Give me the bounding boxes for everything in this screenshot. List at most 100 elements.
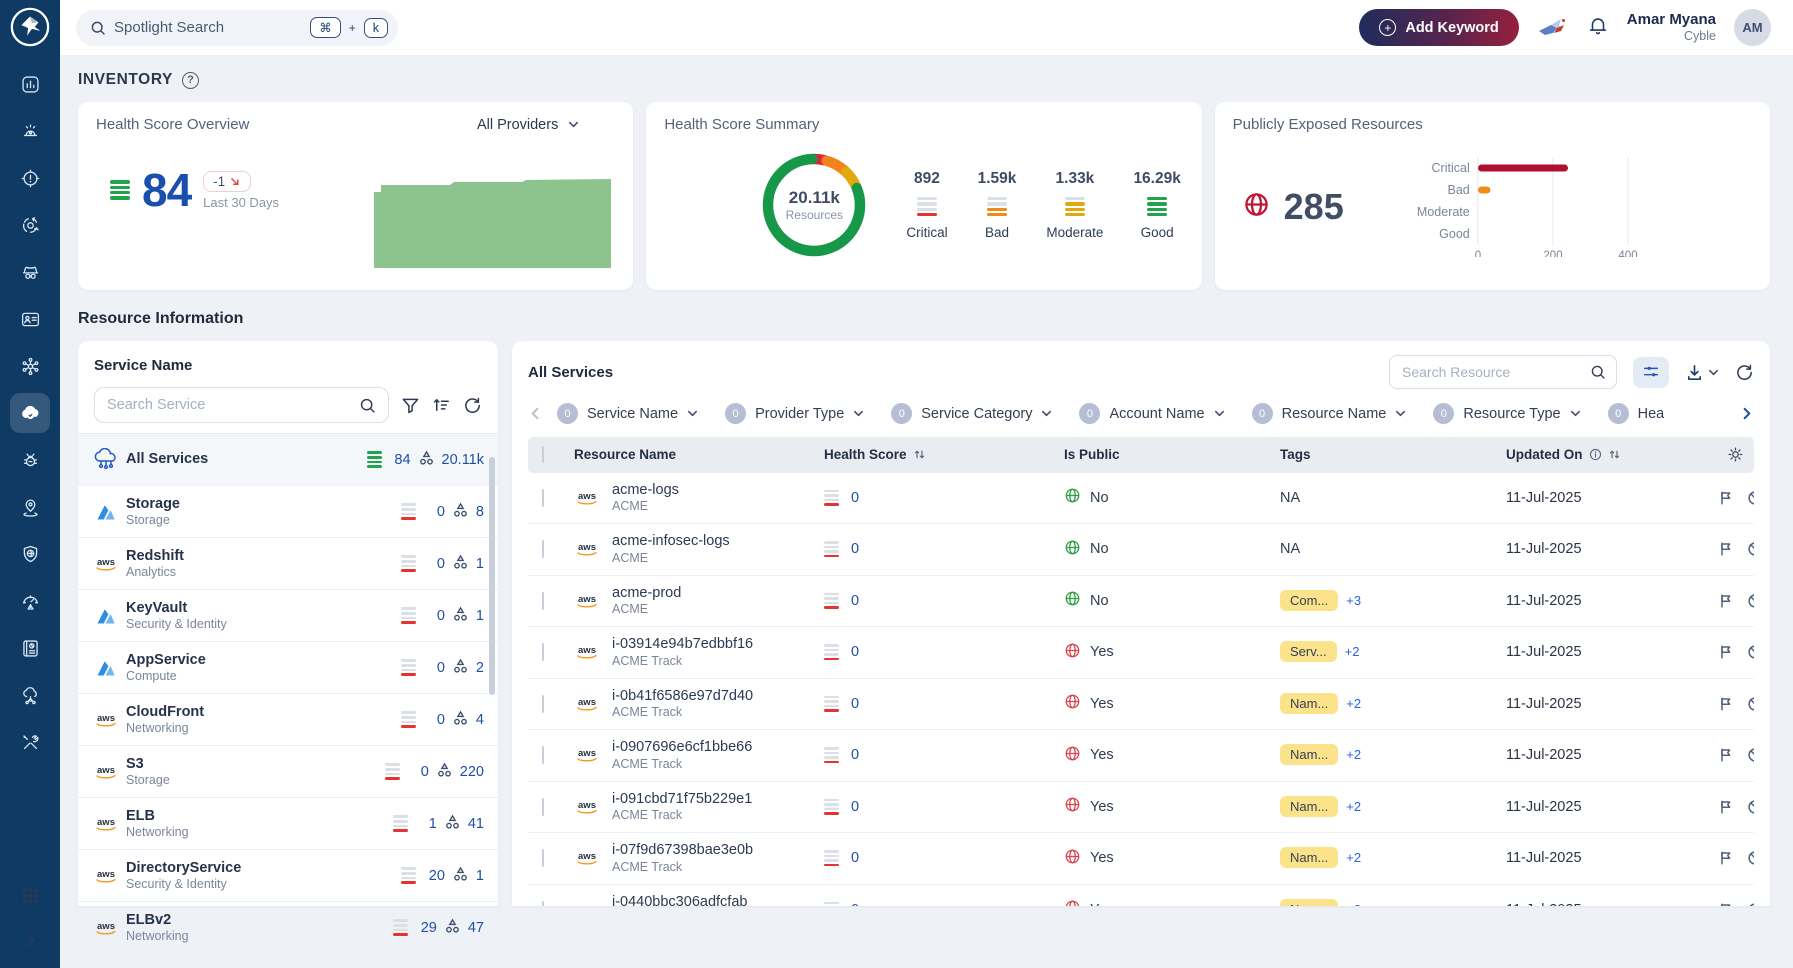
scrollbar[interactable] [489, 457, 495, 695]
provider-filter-dropdown[interactable]: All Providers [477, 117, 579, 133]
row-checkbox[interactable] [542, 489, 544, 507]
flag-icon[interactable] [1718, 593, 1734, 609]
gear-icon[interactable] [1727, 446, 1744, 463]
filter-chip-hea[interactable]: 0 Hea [1608, 403, 1665, 424]
sidebar-item-cloud-security[interactable] [10, 393, 50, 433]
ban-icon[interactable] [1747, 850, 1754, 866]
row-checkbox[interactable] [542, 592, 544, 610]
flag-icon[interactable] [1718, 696, 1734, 712]
service-list-item[interactable]: aws CloudFront Networking 0 4 [78, 694, 498, 746]
sidebar-item-risk[interactable] [10, 158, 50, 198]
flag-icon[interactable] [1718, 490, 1734, 506]
ban-icon[interactable] [1747, 541, 1754, 557]
sort-icon[interactable] [913, 448, 926, 461]
spotlight-search[interactable]: ⌘ + k [76, 10, 398, 46]
apps-grid-icon[interactable] [21, 886, 40, 905]
sidebar-item-geo-monitoring[interactable] [10, 487, 50, 527]
ban-icon[interactable] [1747, 644, 1754, 660]
resource-search[interactable] [1389, 355, 1617, 389]
table-row[interactable]: aws i-0b41f6586e97d7d40 ACME Track 0 Yes… [528, 679, 1754, 731]
tag-more-count[interactable]: +2 [1346, 902, 1361, 906]
filter-icon[interactable] [401, 396, 420, 415]
avatar[interactable]: AM [1734, 9, 1771, 46]
info-icon[interactable] [1589, 448, 1602, 461]
notifications-bell-icon[interactable] [1587, 14, 1609, 42]
spotlight-search-input[interactable] [114, 19, 302, 36]
row-checkbox[interactable] [542, 643, 544, 661]
sidebar-item-integrations[interactable] [10, 675, 50, 715]
sidebar-item-threat-meter[interactable] [10, 581, 50, 621]
ban-icon[interactable] [1747, 902, 1754, 906]
help-icon[interactable]: ? [182, 72, 199, 89]
service-list-item[interactable]: aws Redshift Analytics 0 1 [78, 538, 498, 590]
filter-chip-resource-name[interactable]: 0 Resource Name [1252, 403, 1407, 424]
export-button[interactable] [1685, 363, 1719, 382]
filter-chip-provider-type[interactable]: 0 Provider Type [725, 403, 864, 424]
row-checkbox[interactable] [542, 849, 544, 867]
sort-icon[interactable] [1608, 448, 1621, 461]
filters-scroll-right-icon[interactable] [1739, 406, 1754, 421]
tag-pill[interactable]: Com... [1280, 590, 1338, 611]
filter-chip-service-name[interactable]: 0 Service Name [557, 403, 698, 424]
filter-chip-account-name[interactable]: 0 Account Name [1079, 403, 1224, 424]
row-checkbox[interactable] [542, 695, 544, 713]
ban-icon[interactable] [1747, 799, 1754, 815]
table-row[interactable]: aws i-091cbd71f75b229e1 ACME Track 0 Yes… [528, 782, 1754, 834]
flag-icon[interactable] [1718, 850, 1734, 866]
table-row[interactable]: aws acme-infosec-logs ACME 0 No NA 11-Ju… [528, 524, 1754, 576]
ban-icon[interactable] [1747, 490, 1754, 506]
service-list-item[interactable]: AppService Compute 0 2 [78, 642, 498, 694]
service-list-item[interactable]: KeyVault Security & Identity 0 1 [78, 590, 498, 642]
cyble-bird-icon[interactable] [1537, 15, 1569, 41]
ban-icon[interactable] [1747, 747, 1754, 763]
service-list-item[interactable]: All Services 84 20.11k [78, 434, 498, 486]
tag-pill[interactable]: Nam... [1280, 744, 1338, 765]
service-list-item[interactable]: Storage Storage 0 8 [78, 486, 498, 538]
flag-icon[interactable] [1718, 799, 1734, 815]
resource-search-input[interactable] [1402, 364, 1590, 380]
service-list-item[interactable]: aws ELB Networking 1 41 [78, 798, 498, 850]
sidebar-item-alerts[interactable] [10, 111, 50, 151]
table-row[interactable]: aws acme-logs ACME 0 No NA 11-Jul-2025 [528, 473, 1754, 525]
sidebar-item-dashboard[interactable] [10, 64, 50, 104]
table-row[interactable]: aws acme-prod ACME 0 No Com...+3 11-Jul-… [528, 576, 1754, 628]
sidebar-item-automation[interactable] [10, 205, 50, 245]
sort-icon[interactable] [432, 396, 451, 415]
flag-icon[interactable] [1718, 747, 1734, 763]
tag-pill[interactable]: Nam... [1280, 847, 1338, 868]
tag-more-count[interactable]: +2 [1346, 850, 1361, 865]
flag-icon[interactable] [1718, 541, 1734, 557]
sidebar-expand-chevron-icon[interactable] [21, 931, 40, 950]
tag-more-count[interactable]: +3 [1346, 593, 1361, 608]
service-list-item[interactable]: aws S3 Storage 0 220 [78, 746, 498, 798]
sidebar-item-attack-surface[interactable] [10, 346, 50, 386]
filters-scroll-left-icon[interactable] [528, 406, 543, 421]
tag-more-count[interactable]: +2 [1345, 644, 1360, 659]
row-checkbox[interactable] [542, 798, 544, 816]
ban-icon[interactable] [1747, 593, 1754, 609]
add-keyword-button[interactable]: + Add Keyword [1359, 9, 1518, 46]
service-list-item[interactable]: aws ELBv2 Networking 29 47 [78, 902, 498, 954]
sidebar-item-dark-web[interactable] [10, 252, 50, 292]
tag-pill[interactable]: Nam... [1280, 796, 1338, 817]
row-checkbox[interactable] [542, 901, 544, 906]
filter-chip-service-category[interactable]: 0 Service Category [891, 403, 1052, 424]
ban-icon[interactable] [1747, 696, 1754, 712]
table-row[interactable]: aws i-03914e94b7edbbf16 ACME Track 0 Yes… [528, 627, 1754, 679]
sidebar-item-tools[interactable] [10, 722, 50, 762]
user-info[interactable]: Amar Myana Cyble [1627, 11, 1716, 44]
refresh-icon[interactable] [463, 396, 482, 415]
service-search[interactable] [94, 387, 389, 423]
row-checkbox[interactable] [542, 540, 544, 558]
table-row[interactable]: aws i-0440bbc306adfcfab ACME Track 0 Yes… [528, 885, 1754, 906]
sidebar-item-reports[interactable] [10, 628, 50, 668]
sidebar-item-brand-protection[interactable] [10, 534, 50, 574]
tag-pill[interactable]: Serv... [1280, 641, 1337, 662]
table-row[interactable]: aws i-0907696e6cf1bbe66 ACME Track 0 Yes… [528, 730, 1754, 782]
tag-more-count[interactable]: +2 [1346, 696, 1361, 711]
table-row[interactable]: aws i-07f9d67398bae3e0b ACME Track 0 Yes… [528, 833, 1754, 885]
flag-icon[interactable] [1718, 902, 1734, 906]
tag-more-count[interactable]: +2 [1346, 747, 1361, 762]
column-settings-button[interactable] [1633, 357, 1669, 388]
service-search-input[interactable] [107, 397, 359, 413]
